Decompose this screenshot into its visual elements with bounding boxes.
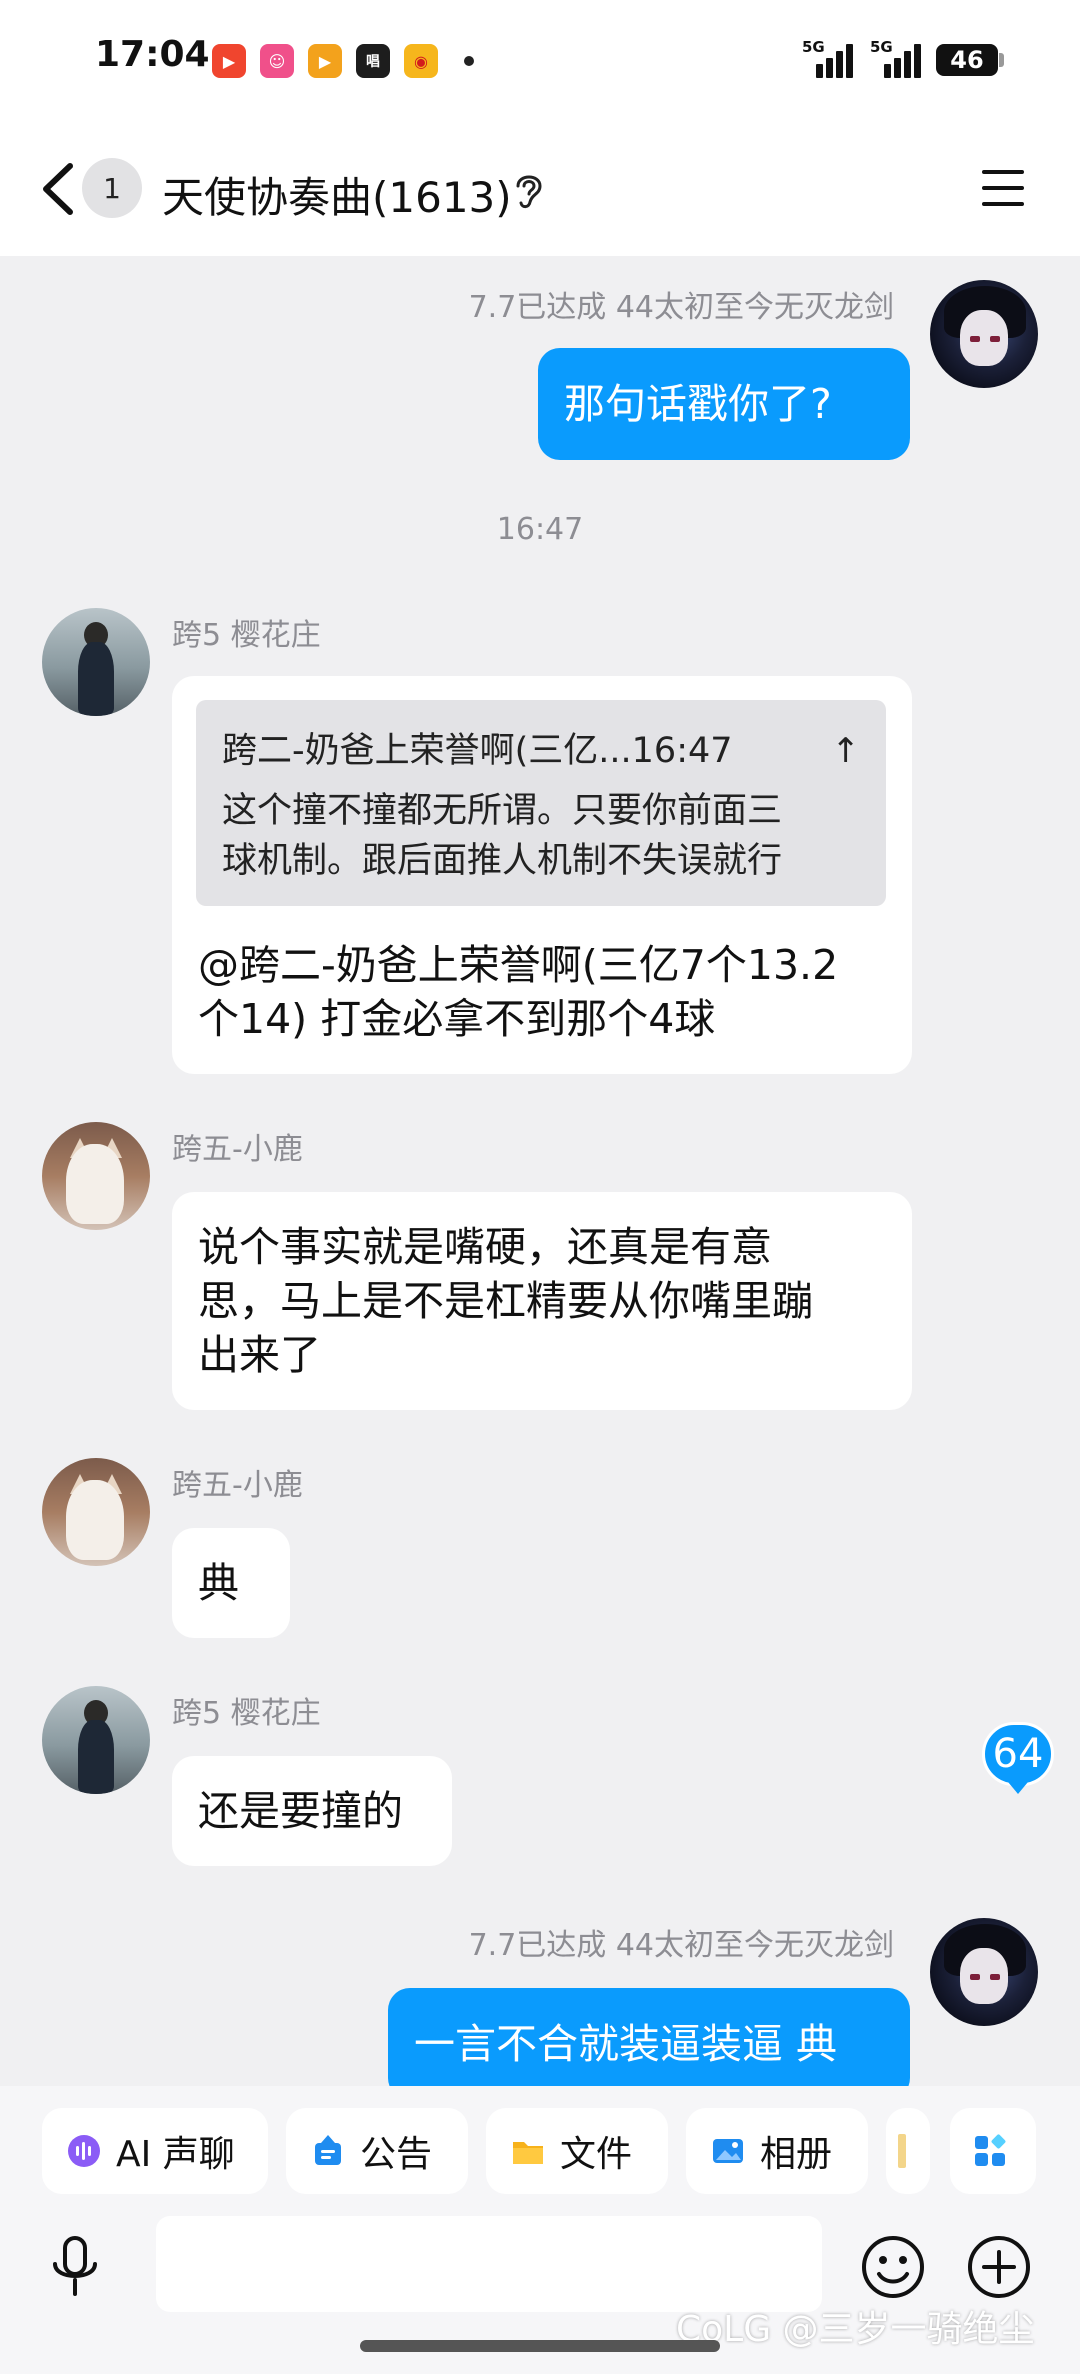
page-title: 天使协奏曲(1613)	[162, 173, 512, 222]
chat-header: 1 天使协奏曲(1613)	[0, 118, 1080, 256]
home-indicator[interactable]	[360, 2340, 720, 2352]
quick-action-label: AI 声聊	[116, 2134, 235, 2175]
green-video-app-icon: ▶	[308, 44, 342, 78]
avatar[interactable]	[42, 1122, 150, 1230]
quick-action-label: 公告	[360, 2134, 433, 2175]
jump-up-icon[interactable]: ↑	[832, 726, 861, 776]
quoted-message[interactable]: 跨二-奶爸上荣誉啊(三亿...16:47 ↑ 这个撞不撞都无所谓。只要你前面三 …	[196, 700, 886, 906]
quick-action-label: 相册	[760, 2134, 833, 2175]
apps-grid-icon	[975, 2134, 1006, 2166]
ear-icon[interactable]	[508, 168, 548, 212]
battery-tip	[999, 53, 1004, 67]
sender-name: 跨5 樱花庄	[172, 618, 321, 653]
message-bubble[interactable]: 跨二-奶爸上荣誉啊(三亿...16:47 ↑ 这个撞不撞都无所谓。只要你前面三 …	[172, 676, 912, 1074]
folder-icon	[513, 2142, 543, 2164]
avatar[interactable]	[930, 1918, 1038, 2026]
message-line: @跨二-奶爸上荣誉啊(三亿7个13.2	[198, 941, 839, 989]
sender-name: 跨5 樱花庄	[172, 1696, 321, 1731]
message-line: 个14) 打金必拿不到那个4球	[198, 995, 716, 1043]
message-bubble[interactable]: 一言不合就装逼装逼 典	[388, 1988, 910, 2086]
message-bubble[interactable]: 典	[172, 1528, 290, 1638]
avatar[interactable]	[42, 1458, 150, 1566]
signal-label: 5G	[870, 38, 893, 56]
new-messages-badge[interactable]: 64	[982, 1722, 1054, 1786]
status-time: 17:04	[95, 34, 210, 75]
battery-icon: 46	[936, 44, 998, 76]
back-button[interactable]	[36, 154, 86, 224]
album-button[interactable]: 相册	[686, 2108, 868, 2194]
signal-label: 5G	[802, 38, 825, 56]
pink-face-app-icon: ☺	[260, 44, 294, 78]
message-input[interactable]	[156, 2216, 822, 2312]
message-bubble[interactable]: 还是要撞的	[172, 1756, 452, 1866]
notice-button[interactable]: 公告	[286, 2108, 468, 2194]
status-bar: 17:04 ▶ ☺ ▶ 唱 ◉ 5G 5G 46	[0, 0, 1080, 118]
weibo-icon: ◉	[404, 44, 438, 78]
sender-name: 7.7已达成 44太初至今无灭龙剑	[468, 290, 894, 325]
quote-header: 跨二-奶爸上荣誉啊(三亿...16:47	[222, 731, 733, 771]
apps-button[interactable]	[950, 2108, 1036, 2194]
message-line: 思，马上是不是杠精要从你嘴里蹦	[198, 1277, 813, 1325]
avatar[interactable]	[42, 608, 150, 716]
quote-line: 球机制。跟后面推人机制不失误就行	[222, 841, 783, 881]
text-app-icon: 唱	[356, 44, 390, 78]
watermark: CoLG @三岁一骑绝尘	[676, 2309, 1035, 2350]
signal-5g-icon-2: 5G	[866, 38, 934, 78]
plus-icon[interactable]	[964, 2232, 1034, 2302]
files-button[interactable]: 文件	[486, 2108, 668, 2194]
partial-icon	[898, 2134, 906, 2168]
sender-name: 7.7已达成 44太初至今无灭龙剑	[468, 1928, 894, 1963]
badge-tail	[1008, 1782, 1028, 1794]
signal-5g-icon: 5G	[788, 38, 856, 78]
quick-action-label: 文件	[560, 2134, 633, 2175]
sender-name: 跨五-小鹿	[172, 1132, 303, 1167]
message-bubble[interactable]: 那句话戳你了?	[538, 348, 910, 460]
quick-actions-row: AI 声聊 公告 文件 相册	[0, 2108, 1080, 2194]
avatar[interactable]	[930, 280, 1038, 388]
ai-voice-icon	[68, 2135, 100, 2167]
chevron-left-icon	[43, 163, 73, 215]
message-line: 出来了	[198, 1331, 321, 1379]
video-app-icon: ▶	[212, 44, 246, 78]
ai-voice-chat-button[interactable]: AI 声聊	[42, 2108, 268, 2194]
menu-button[interactable]	[978, 164, 1030, 212]
time-separator: 16:47	[496, 512, 584, 547]
notification-dot-icon	[464, 56, 474, 66]
message-bubble[interactable]: 说个事实就是嘴硬，还真是有意 思，马上是不是杠精要从你嘴里蹦 出来了	[172, 1192, 912, 1410]
quote-line: 这个撞不撞都无所谓。只要你前面三	[222, 791, 783, 831]
notice-icon	[315, 2135, 341, 2165]
more-quick-action[interactable]	[886, 2108, 930, 2194]
album-icon	[713, 2139, 743, 2163]
avatar[interactable]	[42, 1686, 150, 1794]
unread-count-badge[interactable]: 1	[82, 158, 142, 218]
sender-name: 跨五-小鹿	[172, 1468, 303, 1503]
message-line: 说个事实就是嘴硬，还真是有意	[198, 1223, 772, 1271]
microphone-icon[interactable]	[40, 2232, 110, 2302]
emoji-icon[interactable]	[858, 2232, 928, 2302]
chat-area[interactable]: 7.7已达成 44太初至今无灭龙剑 那句话戳你了? 16:47 跨5 樱花庄 跨…	[0, 256, 1080, 2086]
